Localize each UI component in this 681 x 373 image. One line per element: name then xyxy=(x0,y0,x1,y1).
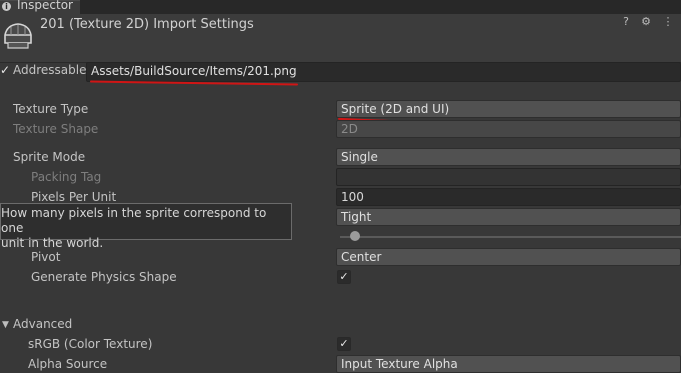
tab-bar xyxy=(0,0,681,14)
pixels-per-unit-label: Pixels Per Unit xyxy=(31,190,117,204)
addressable-path-text: Assets/BuildSource/Items/201.png xyxy=(91,64,297,78)
info-icon: i xyxy=(2,2,11,11)
pixels-per-unit-field[interactable]: 100 xyxy=(336,188,681,206)
alpha-source-value: Input Texture Alpha xyxy=(341,357,458,371)
help-icon[interactable]: ? xyxy=(620,16,632,28)
pivot-dropdown[interactable]: Center xyxy=(336,248,681,266)
settings-icon[interactable]: ⚙ xyxy=(640,16,652,28)
alpha-source-dropdown[interactable]: Input Texture Alpha xyxy=(336,355,681,373)
addressable-checkbox[interactable]: ✓ xyxy=(0,63,11,77)
packing-tag-label: Packing Tag xyxy=(31,170,102,184)
texture-shape-dropdown: 2D xyxy=(336,120,681,138)
alpha-source-label: Alpha Source xyxy=(28,357,108,371)
advanced-foldout-label[interactable]: Advanced xyxy=(13,317,72,331)
packing-tag-field xyxy=(336,168,681,186)
generate-physics-shape-checkbox[interactable]: ✓ xyxy=(337,270,351,284)
addressable-path-field[interactable]: Assets/BuildSource/Items/201.png xyxy=(86,62,681,82)
tooltip: How many pixels in the sprite correspond… xyxy=(0,203,292,250)
texture-shape-label: Texture Shape xyxy=(13,122,99,136)
addressable-label: Addressable xyxy=(13,63,87,77)
tooltip-line-2: unit in the world. xyxy=(1,236,104,250)
pivot-label: Pivot xyxy=(31,250,61,264)
sprite-mode-dropdown[interactable]: Single xyxy=(336,148,681,166)
texture-type-dropdown[interactable]: Sprite (2D and UI) xyxy=(336,100,681,118)
srgb-label: sRGB (Color Texture) xyxy=(28,337,153,351)
pivot-value: Center xyxy=(341,250,382,264)
generate-physics-shape-label: Generate Physics Shape xyxy=(31,270,177,284)
page-title: 201 (Texture 2D) Import Settings xyxy=(40,17,254,32)
menu-icon[interactable]: ⋮ xyxy=(662,16,674,28)
sprite-mode-label: Sprite Mode xyxy=(13,150,86,164)
mesh-type-value: Tight xyxy=(341,210,372,224)
texture-shape-value: 2D xyxy=(341,122,358,136)
checkmark-icon: ✓ xyxy=(339,337,349,350)
sprite-mode-value: Single xyxy=(341,150,378,164)
mesh-type-dropdown[interactable]: Tight xyxy=(336,208,681,226)
foldout-arrow-icon[interactable]: ▼ xyxy=(2,320,9,330)
texture-type-value: Sprite (2D and UI) xyxy=(341,102,450,116)
checkmark-icon: ✓ xyxy=(0,63,11,77)
texture-thumbnail xyxy=(2,20,34,52)
texture-type-label: Texture Type xyxy=(13,102,89,116)
tab-label: Inspector xyxy=(17,0,73,12)
checkmark-icon: ✓ xyxy=(339,270,349,283)
tooltip-line-1: How many pixels in the sprite correspond… xyxy=(1,206,267,235)
srgb-checkbox[interactable]: ✓ xyxy=(337,337,351,351)
extrude-edges-slider-track[interactable] xyxy=(340,236,681,238)
tab-inspector[interactable]: i Inspector xyxy=(0,0,80,14)
extrude-edges-slider-thumb[interactable] xyxy=(350,231,360,241)
pixels-per-unit-value: 100 xyxy=(341,190,364,204)
